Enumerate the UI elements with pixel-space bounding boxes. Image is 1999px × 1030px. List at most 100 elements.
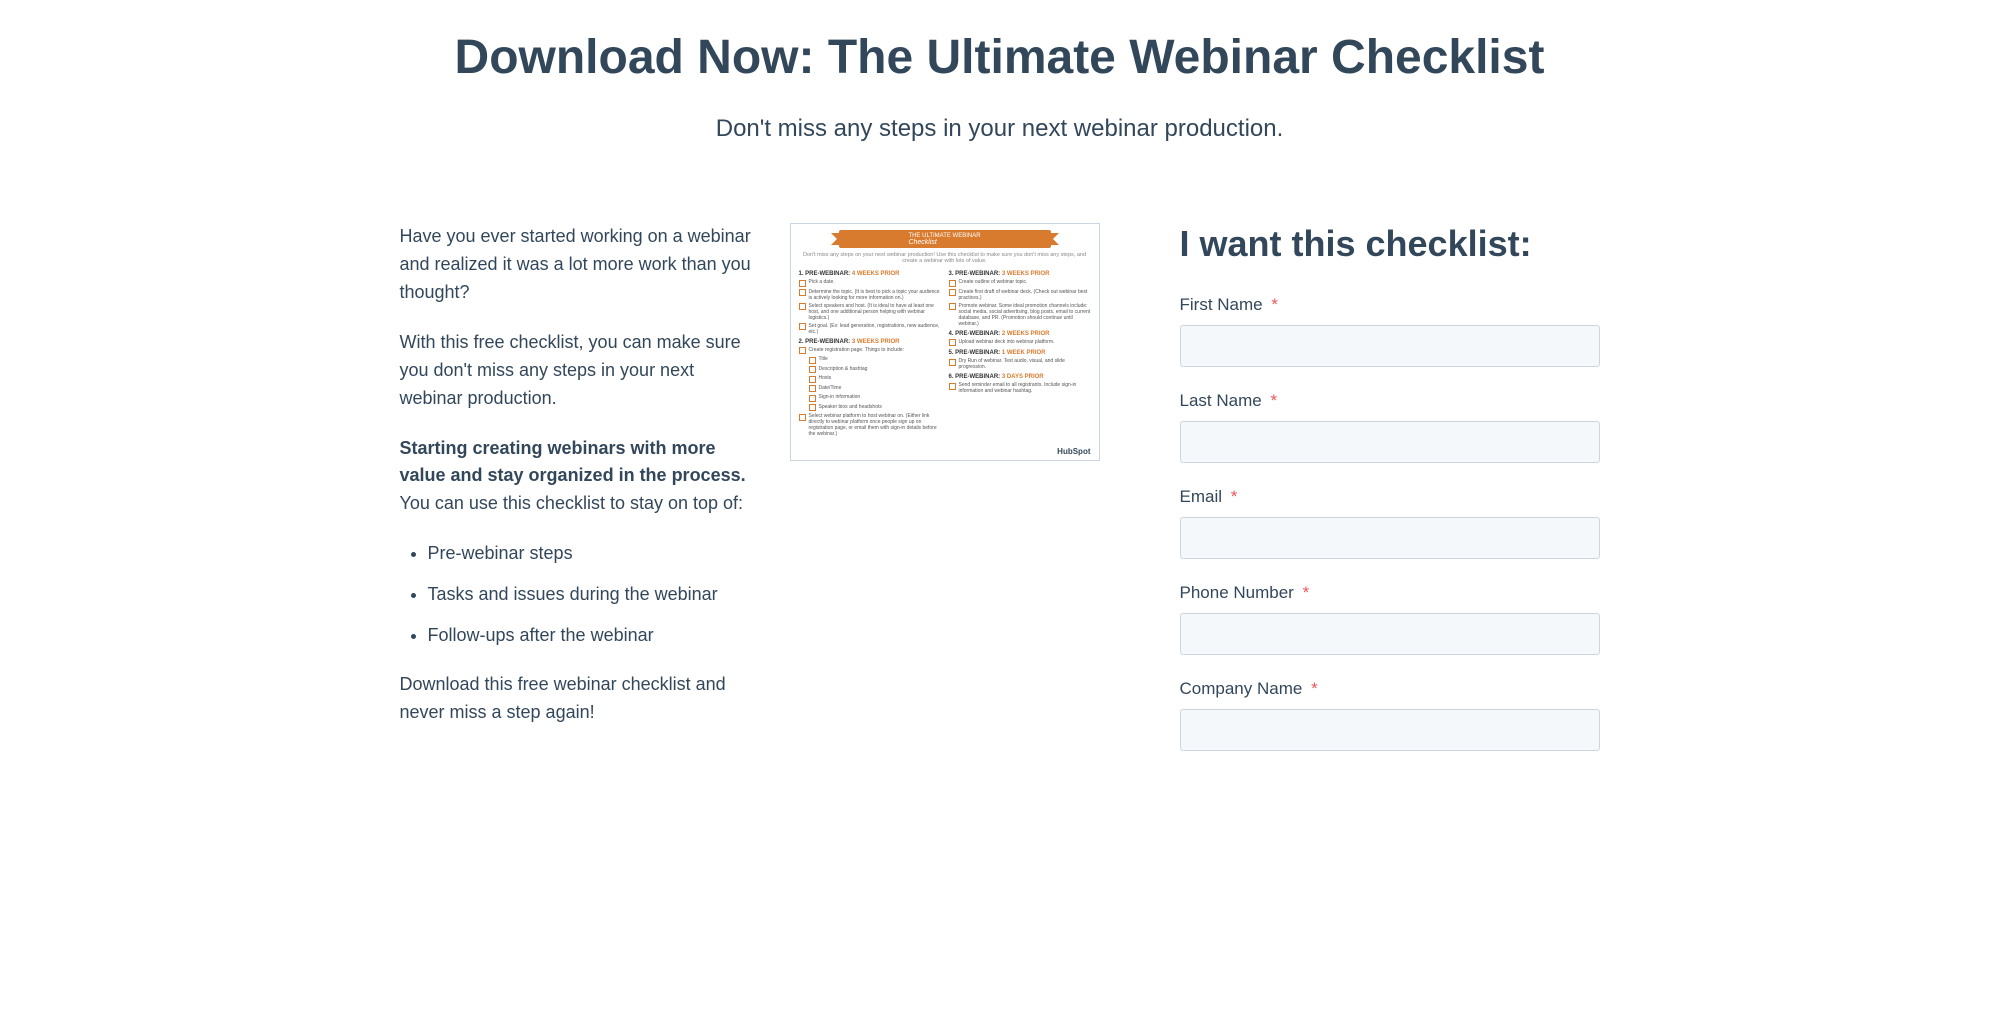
form-field: Last Name * — [1180, 391, 1600, 463]
thumb-section-heading: 2. PRE-WEBINAR: 3 WEEKS PRIOR — [799, 339, 941, 345]
checkbox-icon — [809, 366, 816, 373]
ribbon-line2: Checklist — [908, 239, 980, 246]
checklist-thumbnail: THE ULTIMATE WEBINAR Checklist Don't mis… — [790, 223, 1100, 461]
form-field: Phone Number * — [1180, 583, 1600, 655]
checkbox-icon — [949, 383, 956, 390]
desc-rest: You can use this checklist to stay on to… — [400, 493, 744, 513]
thumb-check-item: Date/Time — [809, 385, 941, 393]
required-mark: * — [1270, 391, 1277, 410]
thumb-check-item: Determine the topic. (It is best to pick… — [799, 289, 941, 301]
checkbox-icon — [799, 289, 806, 296]
desc-bullet: Follow-ups after the webinar — [428, 622, 760, 649]
thumb-check-item: Create outline of webinar topic. — [949, 279, 1091, 287]
thumb-item-text: Hosts — [819, 375, 832, 383]
thumb-item-text: Determine the topic. (It is best to pick… — [809, 289, 941, 301]
field-label: Company Name * — [1180, 679, 1600, 699]
required-mark: * — [1303, 583, 1310, 602]
checkbox-icon — [799, 414, 806, 421]
thumb-item-text: Select webinar platform to host webinar … — [809, 413, 941, 437]
checkbox-icon — [799, 347, 806, 354]
description-column: Have you ever started working on a webin… — [400, 223, 760, 749]
page-title: Download Now: The Ultimate Webinar Check… — [400, 30, 1600, 85]
desc-closing: Download this free webinar checklist and… — [400, 671, 760, 727]
thumbnail-left-col: 1. PRE-WEBINAR: 4 WEEKS PRIOR Pick a date… — [799, 267, 941, 439]
form-title: I want this checklist: — [1180, 223, 1600, 264]
desc-bullets: Pre-webinar steps Tasks and issues during… — [400, 540, 760, 649]
thumbnail-ribbon: THE ULTIMATE WEBINAR Checklist — [839, 230, 1051, 248]
thumbnail-right-col: 3. PRE-WEBINAR: 3 WEEKS PRIOR Create outl… — [949, 267, 1091, 439]
thumb-section-heading: 1. PRE-WEBINAR: 4 WEEKS PRIOR — [799, 271, 941, 277]
desc-strong: Starting creating webinars with more val… — [400, 438, 746, 486]
required-mark: * — [1231, 487, 1238, 506]
thumb-check-item: Upload webinar deck into webinar platfor… — [949, 339, 1091, 347]
checkbox-icon — [949, 289, 956, 296]
form-field: Company Name * — [1180, 679, 1600, 751]
required-mark: * — [1311, 679, 1318, 698]
thumb-section-heading: 3. PRE-WEBINAR: 3 WEEKS PRIOR — [949, 271, 1091, 277]
thumb-item-text: Select speakers and host. (It is ideal t… — [809, 303, 941, 321]
desc-paragraph: Have you ever started working on a webin… — [400, 223, 760, 307]
thumb-check-item: Select speakers and host. (It is ideal t… — [799, 303, 941, 321]
checkbox-icon — [809, 376, 816, 383]
thumb-item-text: Create first draft of webinar deck. (Che… — [959, 289, 1091, 301]
thumb-check-item: Title — [809, 356, 941, 364]
first-name-input[interactable] — [1180, 325, 1600, 367]
thumb-check-item: Create registration page. Things to incl… — [799, 347, 941, 355]
desc-bullet: Pre-webinar steps — [428, 540, 760, 567]
email-input[interactable] — [1180, 517, 1600, 559]
thumb-item-text: Description & hashtag — [819, 366, 868, 374]
checkbox-icon — [809, 385, 816, 392]
phone-number-input[interactable] — [1180, 613, 1600, 655]
checkbox-icon — [949, 280, 956, 287]
field-label: Email * — [1180, 487, 1600, 507]
checkbox-icon — [949, 359, 956, 366]
hero: Download Now: The Ultimate Webinar Check… — [400, 30, 1600, 143]
checkbox-icon — [799, 323, 806, 330]
thumb-item-text: Date/Time — [819, 385, 842, 393]
thumb-check-item: Pick a date. — [799, 279, 941, 287]
checkbox-icon — [799, 303, 806, 310]
thumb-item-text: Create registration page. Things to incl… — [809, 347, 905, 355]
field-label: Phone Number * — [1180, 583, 1600, 603]
thumb-section-heading: 4. PRE-WEBINAR: 2 WEEKS PRIOR — [949, 331, 1091, 337]
checkbox-icon — [809, 404, 816, 411]
page-subtitle: Don't miss any steps in your next webina… — [400, 115, 1600, 143]
thumb-check-item: Set goal. (Ex: lead generation, registra… — [799, 323, 941, 335]
thumb-item-text: Create outline of webinar topic. — [959, 279, 1028, 287]
thumb-check-item: Hosts — [809, 375, 941, 383]
thumb-section-heading: 5. PRE-WEBINAR: 1 WEEK PRIOR — [949, 350, 1091, 356]
thumb-item-text: Speaker bios and headshots — [819, 404, 882, 412]
hubspot-logo: HubSpot — [1057, 447, 1090, 456]
thumbnail-subtitle: Don't miss any steps on your next webina… — [799, 252, 1091, 264]
checkbox-icon — [949, 339, 956, 346]
thumb-check-item: Promote webinar. Some ideal promotion ch… — [949, 303, 1091, 327]
thumb-check-item: Select webinar platform to host webinar … — [799, 413, 941, 437]
form-field: Email * — [1180, 487, 1600, 559]
thumb-item-text: Pick a date. — [809, 279, 835, 287]
thumb-section-heading: 6. PRE-WEBINAR: 3 DAYS PRIOR — [949, 374, 1091, 380]
thumb-item-text: Dry Run of webinar. Test audio, visual, … — [959, 358, 1091, 370]
form-field: First Name * — [1180, 295, 1600, 367]
desc-bullet: Tasks and issues during the webinar — [428, 581, 760, 608]
ribbon-line1: THE ULTIMATE WEBINAR — [908, 233, 980, 239]
form-column: I want this checklist: First Name * Last … — [1140, 223, 1600, 774]
field-label: First Name * — [1180, 295, 1600, 315]
thumb-item-text: Set goal. (Ex: lead generation, registra… — [809, 323, 941, 335]
field-label: Last Name * — [1180, 391, 1600, 411]
last-name-input[interactable] — [1180, 421, 1600, 463]
thumb-check-item: Create first draft of webinar deck. (Che… — [949, 289, 1091, 301]
company-name-input[interactable] — [1180, 709, 1600, 751]
thumb-check-item: Sign-in information — [809, 394, 941, 402]
thumb-item-text: Send reminder email to all registrants. … — [959, 382, 1091, 394]
thumb-check-item: Send reminder email to all registrants. … — [949, 382, 1091, 394]
thumb-item-text: Sign-in information — [819, 394, 861, 402]
checkbox-icon — [799, 280, 806, 287]
checkbox-icon — [809, 357, 816, 364]
required-mark: * — [1271, 295, 1278, 314]
thumb-check-item: Speaker bios and headshots — [809, 404, 941, 412]
thumb-item-text: Promote webinar. Some ideal promotion ch… — [959, 303, 1091, 327]
thumb-check-item: Dry Run of webinar. Test audio, visual, … — [949, 358, 1091, 370]
desc-paragraph: Starting creating webinars with more val… — [400, 435, 760, 519]
lead-form: First Name * Last Name * Email * Phone Numb… — [1180, 295, 1600, 751]
desc-paragraph: With this free checklist, you can make s… — [400, 329, 760, 413]
